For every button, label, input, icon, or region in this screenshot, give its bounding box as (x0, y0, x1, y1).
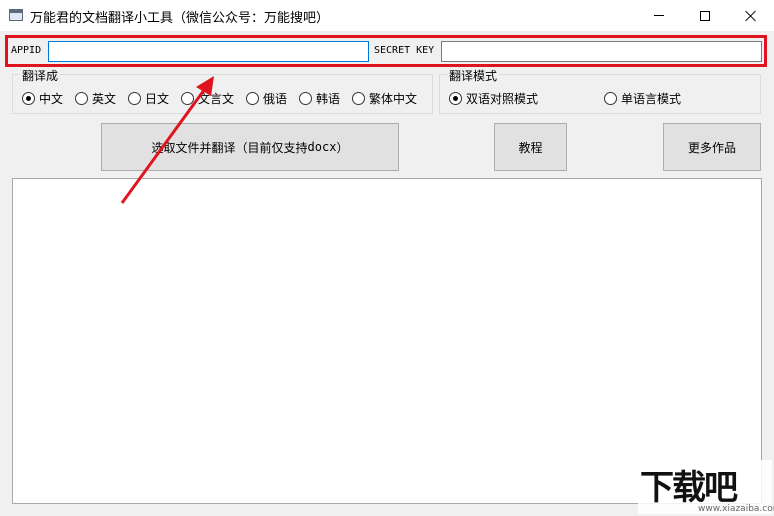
radio-indicator (604, 92, 617, 105)
radio-traditional-chinese[interactable]: 繁体中文 (352, 90, 417, 107)
appid-label: APPID (11, 45, 42, 56)
radio-label: 英文 (92, 92, 117, 106)
radio-chinese[interactable]: 中文 (22, 90, 63, 107)
translate-mode-group-title: 翻译模式 (447, 67, 500, 84)
button-label-suffix: ） (336, 140, 349, 155)
more-works-button[interactable]: 更多作品 (663, 123, 761, 171)
minimize-icon (654, 15, 664, 16)
watermark-logo: 下载吧 (640, 468, 738, 508)
watermark: 下载吧 www.xiazaiba.com (638, 460, 774, 514)
appid-input[interactable] (48, 41, 369, 62)
close-button[interactable] (728, 0, 774, 31)
button-label-format: docx (307, 140, 337, 154)
secret-key-input[interactable] (441, 41, 762, 62)
radio-russian[interactable]: 俄语 (246, 90, 287, 107)
radio-selected-indicator (22, 92, 35, 105)
maximize-icon (700, 10, 710, 21)
radio-label: 中文 (39, 92, 64, 106)
radio-indicator (352, 92, 365, 105)
watermark-url: www.xiazaiba.com (698, 504, 774, 514)
tutorial-button[interactable]: 教程 (494, 123, 567, 171)
radio-label: 韩语 (316, 92, 341, 106)
radio-label: 文言文 (198, 92, 235, 106)
radio-label: 日文 (145, 92, 170, 106)
maximize-button[interactable] (682, 0, 728, 31)
radio-indicator (128, 92, 141, 105)
translate-to-group-title: 翻译成 (20, 67, 61, 84)
radio-label: 俄语 (263, 92, 288, 106)
button-label-prefix: 选取文件并翻译（目前仅支持 (151, 140, 308, 155)
output-text-area[interactable] (12, 178, 762, 504)
radio-indicator (246, 92, 259, 105)
radio-classical-chinese[interactable]: 文言文 (181, 90, 234, 107)
radio-indicator (299, 92, 312, 105)
radio-label: 双语对照模式 (466, 92, 539, 106)
secret-key-label: SECRET KEY (374, 45, 435, 56)
radio-label: 繁体中文 (369, 92, 418, 106)
window-title: 万能君的文档翻译小工具（微信公众号：万能搜吧） (30, 11, 330, 26)
radio-japanese[interactable]: 日文 (128, 90, 169, 107)
radio-bilingual-mode[interactable]: 双语对照模式 (449, 90, 538, 107)
radio-monolingual-mode[interactable]: 单语言模式 (604, 90, 681, 107)
title-bar[interactable]: 万能君的文档翻译小工具（微信公众号：万能搜吧） (0, 0, 774, 31)
radio-label: 单语言模式 (621, 92, 682, 106)
radio-korean[interactable]: 韩语 (299, 90, 340, 107)
close-icon (745, 10, 757, 22)
radio-selected-indicator (449, 92, 462, 105)
minimize-button[interactable] (636, 0, 682, 31)
radio-indicator (75, 92, 88, 105)
radio-english[interactable]: 英文 (75, 90, 116, 107)
window-app-icon (9, 9, 23, 21)
select-file-translate-button[interactable]: 选取文件并翻译（目前仅支持 docx） (101, 123, 399, 171)
radio-indicator (181, 92, 194, 105)
